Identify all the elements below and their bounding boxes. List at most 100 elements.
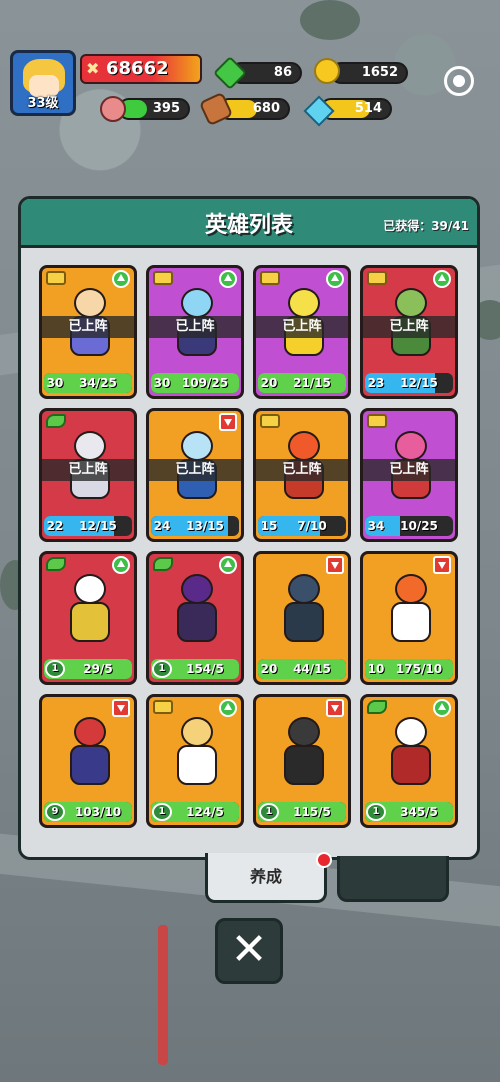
hero-level: 9 [45,803,65,821]
deployed-label: 已上阵 [256,316,348,338]
upgrade-arrow-icon [326,270,344,288]
hero-fragments: 103/10 [74,805,122,819]
deployed-label: 已上阵 [149,316,241,338]
upgrade-arrow-icon [219,699,237,717]
hero-card[interactable]: 10 175/10 [360,551,458,685]
power-value: 68662 [106,58,169,79]
wood-icon [198,91,234,127]
gems-value: 86 [273,65,292,80]
settings-button[interactable] [444,66,474,96]
hero-card[interactable]: 9 103/10 [39,694,137,828]
deployed-label: 已上阵 [42,316,134,338]
upgrade-arrow-icon [433,699,451,717]
book-icon [153,271,173,285]
hero-level: 1 [259,803,279,821]
coins-value: 1652 [361,65,398,80]
upgrade-arrow-icon [112,556,130,574]
leaf-icon [46,414,66,428]
hero-fragments: 109/25 [181,376,229,390]
hero-card[interactable]: 20 44/15 [253,551,351,685]
hero-card[interactable]: 1 345/5 [360,694,458,828]
hero-level: 30 [46,376,64,390]
hero-level: 1 [366,803,386,821]
book-icon [367,271,387,285]
book-icon [46,271,66,285]
hero-level: 1 [45,660,65,678]
player-avatar[interactable]: 33级 [10,50,76,116]
hero-card[interactable]: 1 115/5 [253,694,351,828]
coins-counter[interactable]: 1652 [330,62,408,84]
hero-card[interactable]: 已上阵 30 34/25 [39,265,137,399]
hero-fragments: 124/5 [186,805,224,819]
meat-icon [100,96,126,122]
hero-fragments: 154/5 [186,662,224,676]
meat-value: 395 [152,101,180,116]
deployed-label: 已上阵 [256,459,348,481]
hero-card[interactable]: 已上阵 30 109/25 [146,265,244,399]
hero-level: 15 [260,519,278,533]
deployed-label: 已上阵 [42,459,134,481]
hero-level: 24 [153,519,171,533]
book-icon [260,414,280,428]
leaf-icon [153,557,173,571]
upgrade-arrow-icon [433,270,451,288]
notification-dot [316,852,332,868]
hero-fragments: 175/10 [395,662,443,676]
power-icon: ✖ [86,59,100,78]
hero-card[interactable]: 已上阵 15 7/10 [253,408,351,542]
hero-level: 10 [367,662,385,676]
tab-cultivate[interactable]: 养成 [205,853,327,903]
hero-level: 20 [260,376,278,390]
hero-card[interactable]: 1 29/5 [39,551,137,685]
meat-counter[interactable]: 395 [118,98,190,120]
hero-fragments: 115/5 [293,805,331,819]
hero-card[interactable]: 已上阵 20 21/15 [253,265,351,399]
downgrade-arrow-icon [326,699,344,717]
hero-portrait [383,711,439,791]
hero-list-panel: 英雄列表 已获得：39/41 已上阵 30 34/25 已上阵 30 109/25 已上阵 2… [18,196,480,860]
hero-level: 22 [46,519,64,533]
hero-card[interactable]: 1 154/5 [146,551,244,685]
book-icon [260,271,280,285]
leaf-icon [367,700,387,714]
upgrade-arrow-icon [219,270,237,288]
hero-portrait [62,568,118,648]
hero-portrait [62,711,118,791]
hero-fragments: 12/15 [79,519,117,533]
hero-fragments: 44/15 [293,662,331,676]
wood-value: 680 [252,101,280,116]
downgrade-arrow-icon [219,413,237,431]
hero-fragments: 21/15 [293,376,331,390]
hero-portrait [169,568,225,648]
hero-card[interactable]: 已上阵 34 10/25 [360,408,458,542]
downgrade-arrow-icon [433,556,451,574]
book-icon [367,414,387,428]
obtained-count: 已获得：39/41 [383,219,469,233]
power-bar: ✖ 68662 [80,54,202,84]
hero-level: 23 [367,376,385,390]
hero-card[interactable]: 已上阵 24 13/15 [146,408,244,542]
leaf-icon [46,557,66,571]
hero-portrait [276,568,332,648]
hero-portrait [383,568,439,648]
close-button[interactable]: ✕ [215,918,283,984]
panel-header: 英雄列表 已获得：39/41 [21,199,477,248]
hero-level: 20 [260,662,278,676]
hero-card[interactable]: 1 124/5 [146,694,244,828]
upgrade-arrow-icon [219,556,237,574]
tab-other[interactable] [337,856,449,902]
book-icon [153,700,173,714]
hero-card[interactable]: 已上阵 22 12/15 [39,408,137,542]
hero-card[interactable]: 已上阵 23 12/15 [360,265,458,399]
hero-portrait [169,711,225,791]
top-hud: 33级 ✖ 68662 86 1652 395 680 514 [0,0,500,130]
upgrade-arrow-icon [112,270,130,288]
hero-fragments: 34/25 [79,376,117,390]
deployed-label: 已上阵 [363,316,455,338]
hero-portrait [276,711,332,791]
hero-level: 34 [367,519,385,533]
crystal-value: 514 [354,101,382,116]
coin-icon [314,58,340,84]
hero-fragments: 345/5 [400,805,438,819]
hero-fragments: 13/15 [186,519,224,533]
